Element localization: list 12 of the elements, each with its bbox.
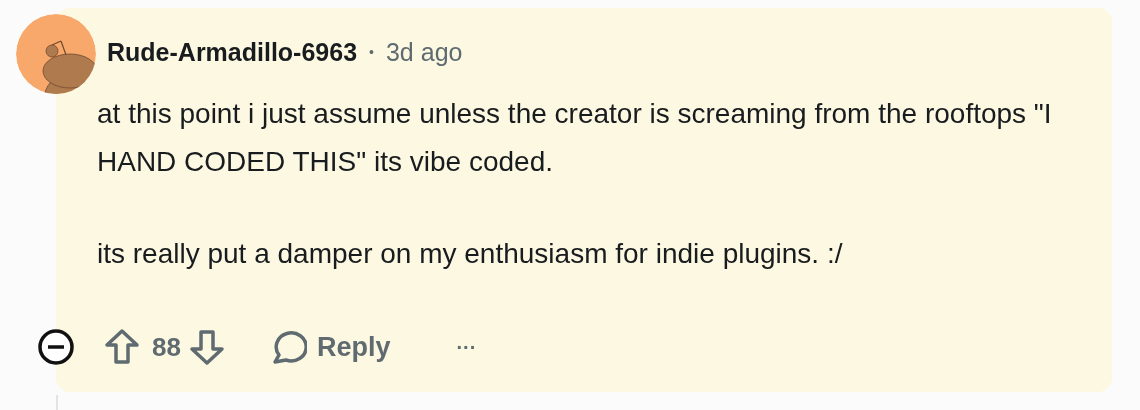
avatar-icon [16, 14, 96, 94]
timestamp: 3d ago [385, 37, 463, 67]
vote-count: 88 [152, 331, 181, 363]
downvote-icon[interactable] [188, 328, 225, 366]
separator-dot: • [369, 44, 374, 60]
comment-text: its really put a damper on my enthusiasm for indie plugins. :/ [97, 237, 844, 271]
reply-button[interactable]: Reply [268, 329, 391, 365]
more-options-button[interactable]: ··· [456, 335, 477, 359]
collapse-button[interactable] [37, 328, 75, 366]
username[interactable]: Rude-Armadillo-6963 [107, 37, 358, 67]
comment-text: at this point i just assume unless the creator is screaming from the rooftops "I HAND CODED THIS" its vibe coded. [97, 97, 1053, 179]
upvote-icon[interactable] [104, 328, 140, 366]
